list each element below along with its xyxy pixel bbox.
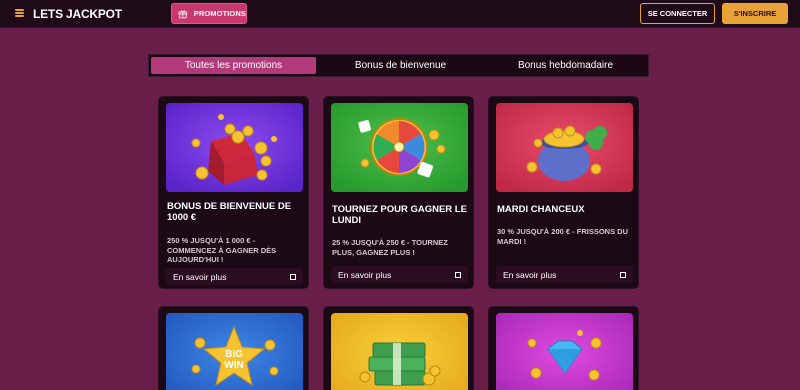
square-icon xyxy=(455,271,461,278)
prize-wheel-image xyxy=(331,103,468,192)
learn-more-button[interactable]: En savoir plus xyxy=(331,266,468,283)
promo-card-welcome: BONUS DE BIENVENUE DE 1000 € 250 % JUSQU… xyxy=(158,96,309,289)
gift-box-coins-image xyxy=(166,103,303,192)
learn-more-button[interactable]: En savoir plus xyxy=(496,266,633,283)
promo-card-diamond xyxy=(488,306,639,390)
site-logo[interactable]: LETS JACKPOT xyxy=(33,7,122,21)
svg-text:WIN: WIN xyxy=(224,360,243,371)
card-title: MARDI CHANCEUX xyxy=(497,204,585,215)
promo-card-big-win: BIG WIN xyxy=(158,306,309,390)
learn-more-button[interactable]: En savoir plus xyxy=(166,268,303,285)
tab-welcome-bonus[interactable]: Bonus de bienvenue xyxy=(318,55,483,76)
learn-more-label: En savoir plus xyxy=(173,271,227,282)
gift-icon xyxy=(178,10,188,18)
signup-button[interactable]: S'INSCRIRE xyxy=(722,3,788,24)
promotions-label: PROMOTIONS xyxy=(193,9,246,18)
learn-more-label: En savoir plus xyxy=(338,269,392,280)
card-description: 25 % JUSQU'À 250 € - TOURNEZ PLUS, GAGNE… xyxy=(332,238,448,257)
promo-card-cash xyxy=(323,306,474,390)
big-win-star-image: BIG WIN xyxy=(166,313,303,390)
tab-all-promotions[interactable]: Toutes les promotions xyxy=(151,57,316,74)
diamond-image xyxy=(496,313,633,390)
square-icon xyxy=(620,271,626,278)
promotions-button[interactable]: PROMOTIONS xyxy=(171,3,247,24)
square-icon xyxy=(290,273,296,280)
svg-text:BIG: BIG xyxy=(225,349,243,360)
promo-tabs: Toutes les promotions Bonus de bienvenue… xyxy=(148,54,649,77)
pot-of-gold-image xyxy=(496,103,633,192)
card-description: 30 % JUSQU'À 200 € - FRISSONS DU MARDI ! xyxy=(497,227,628,246)
menu-icon[interactable] xyxy=(15,9,24,17)
top-bar: LETS JACKPOT PROMOTIONS SE CONNECTER S'I… xyxy=(0,0,800,28)
card-description: 250 % JUSQU'À 1 000 € - COMMENCEZ À GAGN… xyxy=(167,236,277,264)
money-stack-image xyxy=(331,313,468,390)
tab-weekly-bonus[interactable]: Bonus hebdomadaire xyxy=(483,55,648,76)
card-title: TOURNEZ POUR GAGNER LE LUNDI xyxy=(332,204,467,226)
promo-card-tuesday: MARDI CHANCEUX 30 % JUSQU'À 200 € - FRIS… xyxy=(488,96,639,289)
promo-card-monday: TOURNEZ POUR GAGNER LE LUNDI 25 % JUSQU'… xyxy=(323,96,474,289)
learn-more-label: En savoir plus xyxy=(503,269,557,280)
card-title: BONUS DE BIENVENUE DE 1000 € xyxy=(167,201,292,223)
login-button[interactable]: SE CONNECTER xyxy=(640,3,715,24)
